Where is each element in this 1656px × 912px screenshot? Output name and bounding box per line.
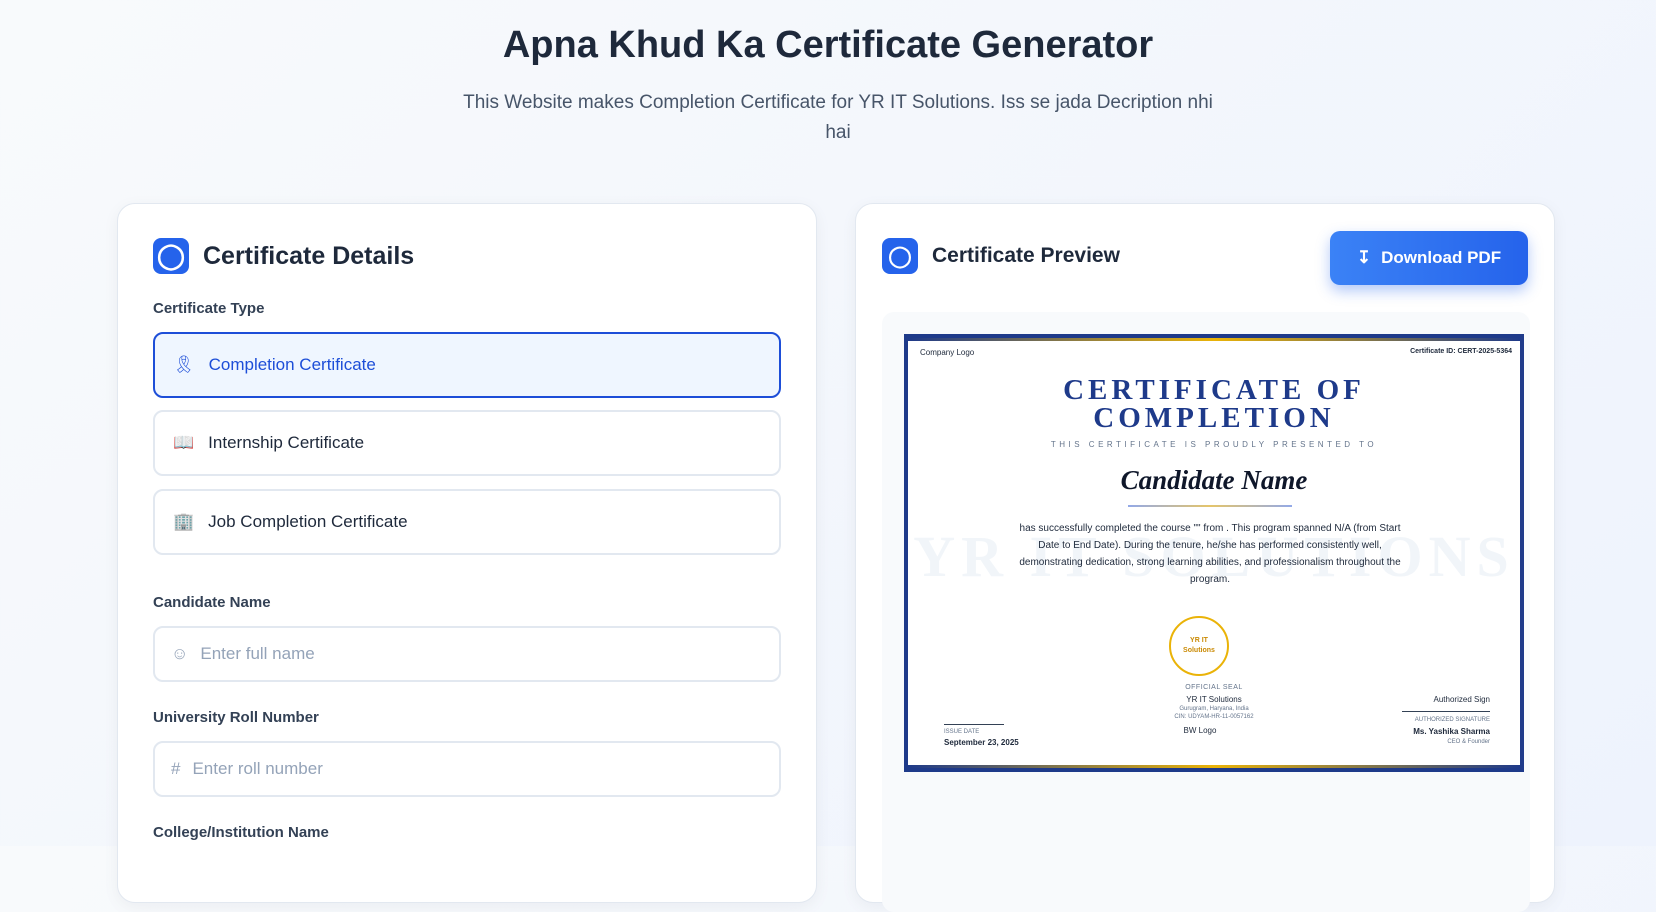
official-seal: YR IT Solutions — [1169, 616, 1229, 676]
company-logo: Company Logo — [920, 348, 975, 357]
name-underline — [1128, 505, 1292, 507]
roll-number-input[interactable]: # Enter roll number — [153, 741, 781, 797]
details-header: ◯ Certificate Details — [153, 238, 414, 274]
bw-logo: BW Logo — [1183, 726, 1217, 735]
preview-title: Certificate Preview — [932, 244, 1120, 267]
placeholder: Enter full name — [200, 644, 315, 663]
option-label: Job Completion Certificate — [208, 512, 408, 531]
award-icon: ◯ — [882, 238, 918, 274]
signature-image: Authorized Sign — [1433, 695, 1490, 704]
certificate-title: CERTIFICATE OF COMPLETION — [1063, 374, 1365, 434]
certificate-id: Certificate ID: CERT-2025-5364 — [1410, 348, 1512, 355]
book-icon: 📖 — [173, 433, 195, 452]
signer-role: CEO & Founder — [1447, 739, 1490, 745]
type-internship[interactable]: 📖 Internship Certificate — [153, 410, 781, 476]
college-label: College/Institution Name — [153, 824, 329, 841]
download-label: Download PDF — [1381, 248, 1502, 267]
type-label: Certificate Type — [153, 300, 265, 317]
company-name: YR IT Solutions — [1186, 695, 1242, 704]
certificate: YR IT SOLUTIONS Company Logo Certificate… — [904, 334, 1524, 772]
signature-line — [1402, 711, 1490, 712]
issue-line — [944, 724, 1004, 725]
signature-label: AUTHORIZED SIGNATURE — [1414, 717, 1490, 723]
details-card: ◯ Certificate Details Certificate Type 🎗… — [117, 203, 817, 903]
certificate-body: has successfully completed the course ""… — [1019, 523, 1401, 585]
candidate-name-input[interactable]: ☺ Enter full name — [153, 626, 781, 682]
roll-label: University Roll Number — [153, 709, 319, 726]
hash-icon: # — [171, 759, 181, 778]
type-job-completion[interactable]: 🏢 Job Completion Certificate — [153, 489, 781, 555]
issue-label: ISSUE DATE — [944, 729, 980, 735]
signer-name: Ms. Yashika Sharma — [1413, 727, 1490, 736]
issue-date: September 23, 2025 — [944, 738, 1019, 747]
download-pdf-button[interactable]: ↧ Download PDF — [1330, 231, 1528, 285]
option-label: Completion Certificate — [208, 355, 376, 374]
candidate-name: Candidate Name — [1120, 465, 1308, 495]
user-icon: ☺ — [171, 644, 189, 663]
award-icon: ◯ — [153, 238, 189, 274]
option-label: Internship Certificate — [208, 433, 365, 452]
download-icon: ↧ — [1356, 248, 1372, 267]
page-title: Apna Khud Ka Certificate Generator — [502, 24, 1154, 66]
seal-label: OFFICIAL SEAL — [1185, 684, 1243, 691]
preview-header: ◯ Certificate Preview — [882, 238, 1120, 274]
preview-card: ◯ Certificate Preview ↧ Download PDF YR I… — [855, 203, 1555, 912]
candidate-label: Candidate Name — [153, 594, 271, 611]
placeholder: Enter roll number — [192, 759, 323, 778]
preview-area: YR IT SOLUTIONS Company Logo Certificate… — [882, 312, 1530, 912]
building-icon: 🏢 — [173, 512, 195, 531]
type-completion[interactable]: 🎗 Completion Certificate — [153, 332, 781, 398]
presented-to: THIS CERTIFICATE IS PROUDLY PRESENTED TO — [1050, 440, 1378, 449]
award-icon: 🎗 — [173, 355, 195, 374]
page-subtitle: This Website makes Completion Certificat… — [463, 92, 1213, 143]
details-title: Certificate Details — [203, 241, 415, 270]
